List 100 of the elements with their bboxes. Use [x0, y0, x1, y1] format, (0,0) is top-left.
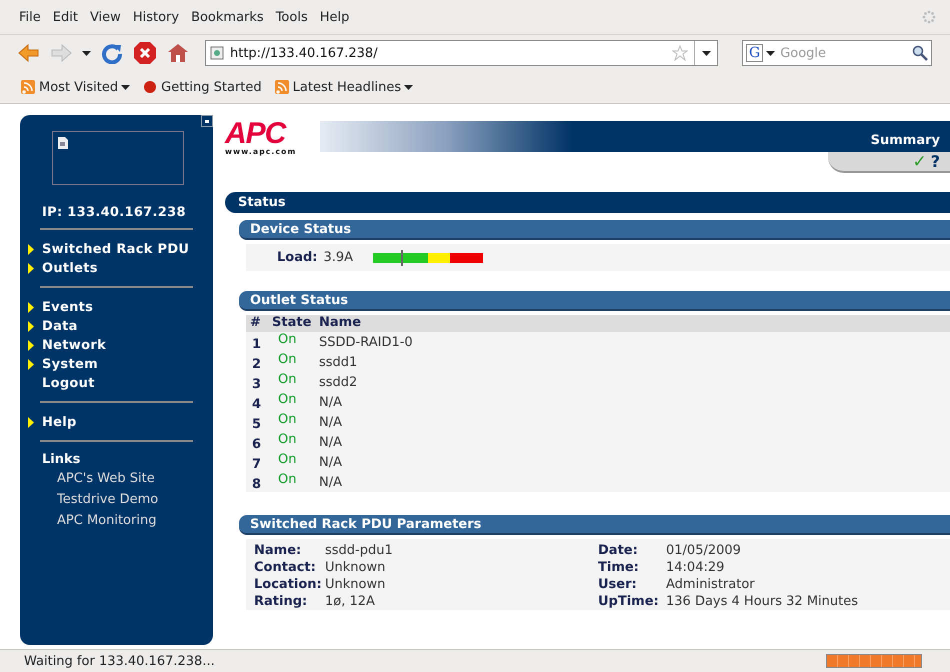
arrow-icon — [28, 340, 34, 351]
caret-icon — [766, 50, 776, 56]
sidebar-item[interactable]: Network — [20, 336, 213, 355]
help-link[interactable]: ? — [930, 152, 940, 171]
logo: APC — [225, 121, 286, 147]
outlet-number: 2 — [251, 356, 262, 372]
field-value: 01/05/2009 — [666, 543, 742, 559]
field-label: Load: — [277, 250, 318, 265]
reload-icon[interactable] — [101, 42, 123, 64]
field-label: Location: — [254, 577, 323, 593]
subsection-heading: Outlet Status — [239, 291, 950, 311]
field-label: Name: — [254, 543, 302, 559]
back-arrow-icon[interactable] — [18, 43, 40, 63]
history-caret-icon — [82, 50, 91, 56]
outlet-name: SSDD-RAID1-0 — [318, 334, 414, 352]
caret-icon — [702, 50, 710, 56]
outlet-name: N/A — [318, 414, 343, 432]
field-label: Rating: — [254, 594, 308, 610]
sidebar-item[interactable]: Switched Rack PDU — [20, 240, 213, 259]
arrow-icon — [28, 263, 34, 274]
arrow-icon — [28, 359, 34, 370]
outlet-name: N/A — [318, 454, 343, 472]
bookmark-item[interactable]: Latest Headlines — [274, 79, 414, 95]
field-value: Administrator — [666, 577, 756, 593]
search-field[interactable]: G Google — [742, 40, 932, 66]
broken-image-icon — [58, 137, 68, 149]
search-icon[interactable] — [912, 45, 928, 61]
outlet-name: N/A — [318, 394, 343, 412]
ip-address: IP: 133.40.167.238 — [42, 205, 187, 220]
links-heading: Links — [42, 452, 82, 467]
stop-icon[interactable] — [133, 41, 157, 65]
field-label: Date: — [598, 543, 639, 559]
arrow-icon — [28, 302, 34, 313]
home-icon[interactable] — [167, 43, 189, 63]
outlet-number: 3 — [251, 376, 262, 392]
field-label: UpTime: — [598, 594, 660, 610]
section-heading: Status — [225, 192, 950, 213]
menu-item[interactable]: Help — [314, 8, 354, 26]
subsection-heading: Switched Rack PDU Parameters — [239, 515, 950, 535]
bookmark-item[interactable]: Most Visited — [20, 79, 130, 95]
field-value: Unknown — [325, 560, 386, 576]
sidebar-item[interactable]: Events — [20, 298, 213, 317]
menu-item[interactable]: File — [14, 8, 46, 26]
outlet-name: N/A — [318, 474, 343, 492]
menu-item[interactable]: Edit — [48, 8, 83, 26]
field-label: Time: — [598, 560, 640, 576]
caret-icon — [121, 84, 130, 90]
outlet-name: ssdd1 — [318, 354, 358, 372]
outlet-number: 5 — [251, 416, 262, 432]
sidebar-item[interactable]: Logout — [20, 374, 213, 393]
bookmark-icon — [20, 79, 36, 95]
field-value: 14:04:29 — [666, 560, 726, 576]
outlet-state: On — [277, 372, 298, 389]
menu-item[interactable]: History — [128, 8, 184, 26]
status-text: Waiting for 133.40.167.238... — [24, 654, 215, 668]
outlet-state: On — [277, 332, 298, 349]
outlet-state: On — [277, 352, 298, 369]
outlet-number: 4 — [251, 396, 262, 412]
page-title: Summary — [870, 133, 940, 148]
menu-item[interactable]: Tools — [270, 8, 313, 26]
outlet-name: ssdd2 — [318, 374, 358, 392]
arrow-icon — [28, 321, 34, 332]
sidebar-item[interactable]: Data — [20, 317, 213, 336]
outlet-state: On — [277, 392, 298, 409]
outlet-number: 1 — [251, 336, 262, 352]
address-bar[interactable]: http://133.40.167.238/ — [205, 40, 718, 66]
outlet-number: 7 — [251, 456, 262, 472]
field-value: ssdd-pdu1 — [325, 543, 394, 559]
outlet-name: N/A — [318, 434, 343, 452]
minimize-icon[interactable] — [201, 115, 213, 127]
page-icon — [210, 46, 224, 60]
outlet-state: On — [277, 412, 298, 429]
sidebar-link[interactable]: Testdrive Demo — [57, 492, 213, 513]
search-engine-label[interactable]: G — [746, 44, 764, 62]
star-icon[interactable] — [672, 45, 688, 61]
outlet-state: On — [277, 452, 298, 469]
sidebar-item[interactable]: System — [20, 355, 213, 374]
sidebar-item[interactable]: Outlets — [20, 259, 213, 278]
field-value: Unknown — [325, 577, 386, 593]
column-header: Name — [315, 315, 950, 332]
outlet-number: 8 — [251, 476, 262, 492]
sidebar-link[interactable]: APC's Web Site — [57, 471, 213, 492]
field-value: 3.9A — [324, 250, 354, 265]
menu-item[interactable]: View — [84, 8, 126, 26]
field-value: 136 Days 4 Hours 32 Minutes — [666, 594, 859, 610]
subsection-heading: Device Status — [239, 220, 950, 240]
column-header: # — [246, 315, 268, 332]
check-mark: ✓ — [912, 152, 927, 172]
outlet-state: On — [277, 472, 298, 489]
outlet-number: 6 — [251, 436, 262, 452]
caret-icon — [404, 84, 414, 90]
sidebar-item[interactable]: Help — [20, 413, 213, 432]
bookmark-item[interactable]: Getting Started — [142, 79, 262, 95]
menu-item[interactable]: Bookmarks — [186, 8, 269, 26]
column-header: State — [268, 315, 315, 332]
field-label: Contact: — [254, 560, 317, 576]
sidebar-link[interactable]: APC Monitoring — [57, 513, 213, 534]
spinner-icon — [922, 10, 936, 24]
arrow-icon — [28, 244, 34, 255]
outlet-state: On — [277, 432, 298, 449]
